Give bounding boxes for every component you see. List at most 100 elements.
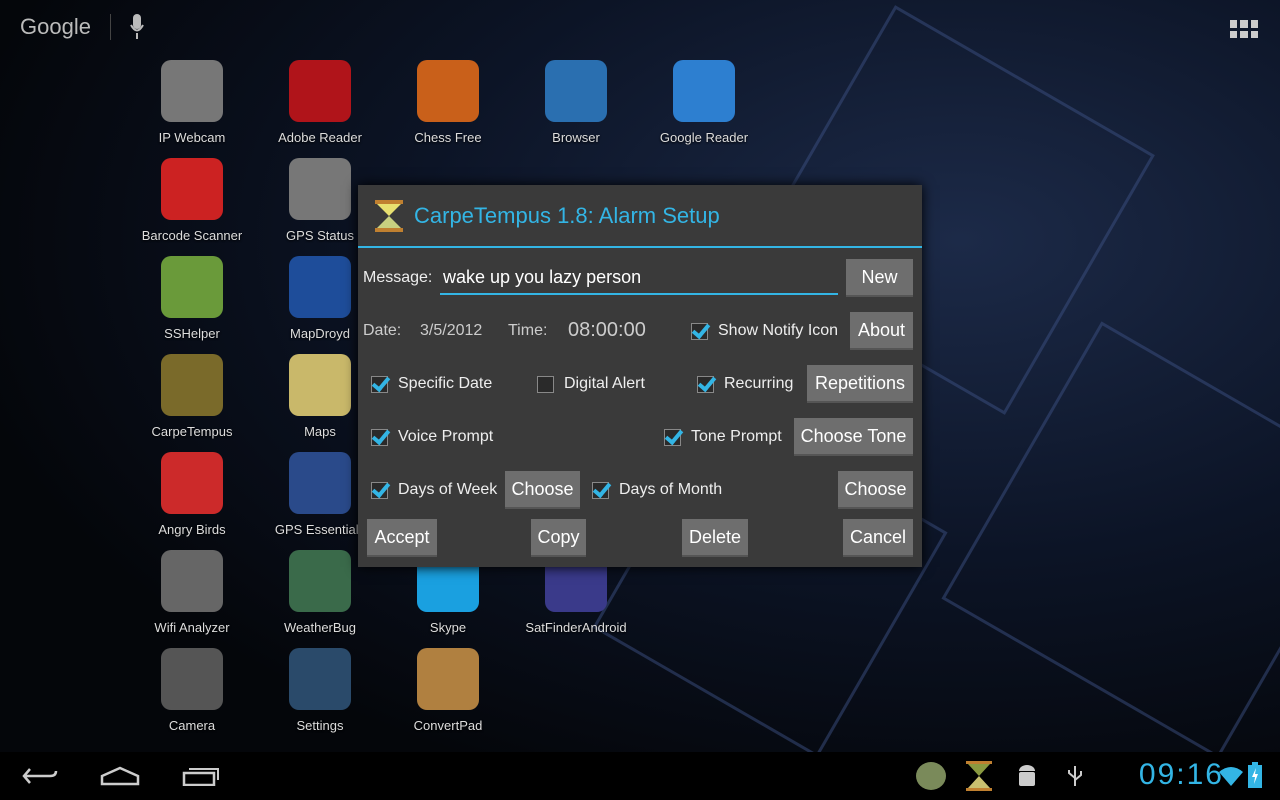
app-icon-image [161,158,223,220]
recurring-checkbox[interactable]: Recurring [697,375,793,393]
app-icon-image [673,60,735,122]
app-icon-settings[interactable]: Settings [260,648,380,733]
app-label: IP Webcam [158,130,226,145]
date-value[interactable]: 3/5/2012 [420,322,482,340]
app-icon-image [161,452,223,514]
checkbox-icon [537,375,554,393]
alarm-setup-dialog: CarpeTempus 1.8: Alarm Setup Message: wa… [358,185,922,567]
choose-days-of-month-button[interactable]: Choose [838,471,913,509]
app-label: CarpeTempus [151,424,233,439]
tone-prompt-label: Tone Prompt [691,428,782,445]
new-button[interactable]: New [846,259,913,297]
digital-alert-checkbox[interactable]: Digital Alert [537,375,645,393]
days-of-month-label: Days of Month [619,481,723,498]
copy-button[interactable]: Copy [531,519,586,557]
voice-prompt-label: Voice Prompt [398,428,494,445]
app-label: Angry Birds [158,522,226,537]
home-icon[interactable] [100,766,140,786]
app-icon-angry-birds[interactable]: Angry Birds [132,452,252,537]
app-label: SSHelper [164,326,220,341]
message-input[interactable]: wake up you lazy person [440,261,838,295]
sshelper-notification-icon[interactable] [916,762,946,790]
app-icon-image [289,60,351,122]
time-label: Time: [508,322,548,339]
checkbox-icon [371,481,388,499]
days-of-week-checkbox[interactable]: Days of Week [371,481,497,499]
google-search-button[interactable]: Google [20,14,91,40]
checkbox-icon [592,481,609,499]
specific-date-checkbox[interactable]: Specific Date [371,375,492,393]
tone-prompt-checkbox[interactable]: Tone Prompt [664,428,782,446]
days-of-month-checkbox[interactable]: Days of Month [592,481,722,499]
specific-date-label: Specific Date [398,375,493,392]
days-of-week-label: Days of Week [398,481,498,498]
usb-icon [1068,766,1082,786]
app-icon-browser[interactable]: Browser [516,60,636,145]
checkbox-icon [691,322,708,340]
repetitions-button[interactable]: Repetitions [807,365,913,403]
back-icon[interactable] [22,766,58,786]
recurring-label: Recurring [724,375,794,392]
app-label: Skype [429,620,467,635]
app-label: Chess Free [414,130,482,145]
app-label: Browser [552,130,600,145]
dialog-title: CarpeTempus 1.8: Alarm Setup [414,202,720,228]
app-label: Wifi Analyzer [154,620,230,635]
checkbox-icon [697,375,714,393]
voice-prompt-checkbox[interactable]: Voice Prompt [371,428,493,446]
app-icon-image [545,60,607,122]
app-icon-image [289,550,351,612]
app-icon-image [161,354,223,416]
app-icon-adobe-reader[interactable]: Adobe Reader [260,60,380,145]
app-icon-ip-webcam[interactable]: IP Webcam [132,60,252,145]
app-icon-image [161,256,223,318]
app-label: Barcode Scanner [141,228,243,243]
android-debug-icon [1019,765,1035,786]
app-icon-convertpad[interactable]: ConvertPad [388,648,508,733]
battery-charging-icon [1248,762,1262,788]
app-icon-image [161,60,223,122]
app-icon-image [289,452,351,514]
divider [110,14,111,40]
time-value[interactable]: 08:00:00 [568,319,646,342]
checkbox-icon [664,428,681,446]
app-icon-google-reader[interactable]: Google Reader [644,60,764,145]
choose-tone-button[interactable]: Choose Tone [794,418,913,456]
all-apps-icon[interactable] [1230,20,1258,38]
app-icon-image [161,550,223,612]
app-label: Camera [168,718,216,733]
app-icon-image [289,648,351,710]
app-icon-carpetempus[interactable]: CarpeTempus [132,354,252,439]
app-label: Settings [296,718,344,733]
app-label: WeatherBug [283,620,357,635]
about-button[interactable]: About [850,312,913,350]
hourglass-icon [375,199,403,232]
accept-button[interactable]: Accept [367,519,437,557]
delete-button[interactable]: Delete [682,519,748,557]
app-label: Google Reader [659,130,749,145]
app-label: Adobe Reader [278,130,362,145]
app-icon-chess-free[interactable]: Chess Free [388,60,508,145]
microphone-icon[interactable] [130,14,144,40]
digital-alert-label: Digital Alert [564,375,645,392]
dialog-title-bar: CarpeTempus 1.8: Alarm Setup [358,185,922,248]
system-bar: 09:16 [0,752,1280,800]
wifi-icon [1219,767,1243,786]
carpetempus-notification-icon[interactable] [964,761,994,791]
app-icon-image [161,648,223,710]
checkbox-icon [371,375,388,393]
show-notify-checkbox[interactable]: Show Notify Icon [691,322,838,340]
message-label: Message: [363,269,433,286]
app-icon-barcode-scanner[interactable]: Barcode Scanner [132,158,252,243]
app-icon-wifi-analyzer[interactable]: Wifi Analyzer [132,550,252,635]
app-icon-image [289,354,351,416]
cancel-button[interactable]: Cancel [843,519,913,557]
app-icon-camera[interactable]: Camera [132,648,252,733]
choose-days-of-week-button[interactable]: Choose [505,471,580,509]
date-label: Date: [363,322,402,339]
show-notify-label: Show Notify Icon [718,322,839,339]
app-icon-sshelper[interactable]: SSHelper [132,256,252,341]
clock[interactable]: 09:16 [1139,758,1224,792]
app-icon-image [289,256,351,318]
recent-apps-icon[interactable] [182,766,220,786]
